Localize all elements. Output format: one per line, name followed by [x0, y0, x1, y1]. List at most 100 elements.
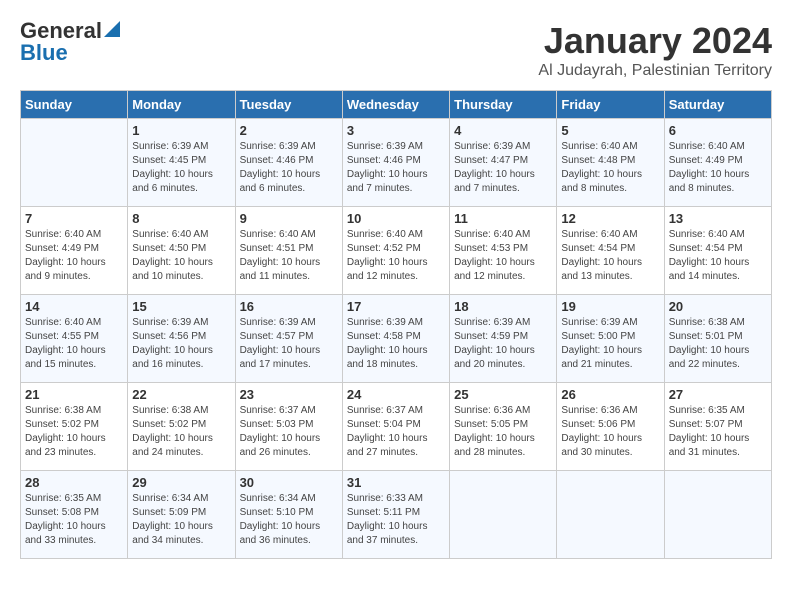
day-info: Sunrise: 6:40 AM Sunset: 4:49 PM Dayligh…: [669, 140, 767, 196]
day-info: Sunrise: 6:39 AM Sunset: 4:46 PM Dayligh…: [240, 140, 338, 196]
day-info: Sunrise: 6:40 AM Sunset: 4:53 PM Dayligh…: [454, 228, 552, 284]
calendar-cell: 14 Sunrise: 6:40 AM Sunset: 4:55 PM Dayli…: [21, 295, 128, 383]
day-info: Sunrise: 6:38 AM Sunset: 5:01 PM Dayligh…: [669, 316, 767, 372]
day-info: Sunrise: 6:36 AM Sunset: 5:05 PM Dayligh…: [454, 404, 552, 460]
calendar-cell: [450, 471, 557, 559]
day-number: 26: [561, 387, 659, 402]
day-number: 1: [132, 123, 230, 138]
day-info: Sunrise: 6:34 AM Sunset: 5:10 PM Dayligh…: [240, 492, 338, 548]
calendar-cell: 26 Sunrise: 6:36 AM Sunset: 5:06 PM Dayli…: [557, 383, 664, 471]
logo-blue-text: Blue: [20, 42, 68, 64]
header-cell-friday: Friday: [557, 91, 664, 119]
day-info: Sunrise: 6:38 AM Sunset: 5:02 PM Dayligh…: [25, 404, 123, 460]
logo-icon: [104, 21, 120, 37]
calendar-cell: 24 Sunrise: 6:37 AM Sunset: 5:04 PM Dayli…: [342, 383, 449, 471]
title-area: January 2024 Al Judayrah, Palestinian Te…: [538, 20, 772, 80]
calendar-cell: 21 Sunrise: 6:38 AM Sunset: 5:02 PM Dayli…: [21, 383, 128, 471]
week-row-1: 1 Sunrise: 6:39 AM Sunset: 4:45 PM Daylig…: [21, 119, 772, 207]
header-cell-tuesday: Tuesday: [235, 91, 342, 119]
day-info: Sunrise: 6:39 AM Sunset: 4:59 PM Dayligh…: [454, 316, 552, 372]
day-number: 28: [25, 475, 123, 490]
location-title: Al Judayrah, Palestinian Territory: [538, 62, 772, 80]
calendar-cell: 5Sunrise: 6:40 AM Sunset: 4:48 PM Daylig…: [557, 119, 664, 207]
day-number: 2: [240, 123, 338, 138]
day-info: Sunrise: 6:39 AM Sunset: 4:47 PM Dayligh…: [454, 140, 552, 196]
day-number: 29: [132, 475, 230, 490]
calendar-cell: 11 Sunrise: 6:40 AM Sunset: 4:53 PM Dayli…: [450, 207, 557, 295]
day-number: 3: [347, 123, 445, 138]
calendar-cell: 8 Sunrise: 6:40 AM Sunset: 4:50 PM Daylig…: [128, 207, 235, 295]
day-info: Sunrise: 6:39 AM Sunset: 4:57 PM Dayligh…: [240, 316, 338, 372]
calendar-cell: [557, 471, 664, 559]
calendar-cell: 7 Sunrise: 6:40 AM Sunset: 4:49 PM Daylig…: [21, 207, 128, 295]
day-number: 19: [561, 299, 659, 314]
header-cell-wednesday: Wednesday: [342, 91, 449, 119]
day-number: 31: [347, 475, 445, 490]
header-cell-thursday: Thursday: [450, 91, 557, 119]
day-number: 6: [669, 123, 767, 138]
day-info: Sunrise: 6:37 AM Sunset: 5:04 PM Dayligh…: [347, 404, 445, 460]
day-number: 18: [454, 299, 552, 314]
day-number: 23: [240, 387, 338, 402]
calendar-cell: 30 Sunrise: 6:34 AM Sunset: 5:10 PM Dayli…: [235, 471, 342, 559]
day-info: Sunrise: 6:39 AM Sunset: 4:58 PM Dayligh…: [347, 316, 445, 372]
day-number: 10: [347, 211, 445, 226]
day-number: 22: [132, 387, 230, 402]
week-row-5: 28 Sunrise: 6:35 AM Sunset: 5:08 PM Dayli…: [21, 471, 772, 559]
logo: General Blue: [20, 20, 120, 64]
day-info: Sunrise: 6:39 AM Sunset: 4:45 PM Dayligh…: [132, 140, 230, 196]
day-number: 15: [132, 299, 230, 314]
month-title: January 2024: [538, 20, 772, 62]
day-info: Sunrise: 6:33 AM Sunset: 5:11 PM Dayligh…: [347, 492, 445, 548]
calendar-cell: [664, 471, 771, 559]
day-number: 8: [132, 211, 230, 226]
day-info: Sunrise: 6:38 AM Sunset: 5:02 PM Dayligh…: [132, 404, 230, 460]
day-info: Sunrise: 6:37 AM Sunset: 5:03 PM Dayligh…: [240, 404, 338, 460]
calendar-cell: 9Sunrise: 6:40 AM Sunset: 4:51 PM Daylig…: [235, 207, 342, 295]
day-info: Sunrise: 6:34 AM Sunset: 5:09 PM Dayligh…: [132, 492, 230, 548]
week-row-4: 21 Sunrise: 6:38 AM Sunset: 5:02 PM Dayli…: [21, 383, 772, 471]
calendar-cell: 10 Sunrise: 6:40 AM Sunset: 4:52 PM Dayli…: [342, 207, 449, 295]
day-info: Sunrise: 6:35 AM Sunset: 5:08 PM Dayligh…: [25, 492, 123, 548]
calendar-cell: 6 Sunrise: 6:40 AM Sunset: 4:49 PM Daylig…: [664, 119, 771, 207]
day-number: 27: [669, 387, 767, 402]
day-number: 11: [454, 211, 552, 226]
calendar-cell: 3 Sunrise: 6:39 AM Sunset: 4:46 PM Daylig…: [342, 119, 449, 207]
calendar-cell: 22 Sunrise: 6:38 AM Sunset: 5:02 PM Dayli…: [128, 383, 235, 471]
header-cell-sunday: Sunday: [21, 91, 128, 119]
calendar-cell: 18 Sunrise: 6:39 AM Sunset: 4:59 PM Dayli…: [450, 295, 557, 383]
calendar-cell: 27 Sunrise: 6:35 AM Sunset: 5:07 PM Dayli…: [664, 383, 771, 471]
day-number: 17: [347, 299, 445, 314]
day-number: 14: [25, 299, 123, 314]
day-info: Sunrise: 6:35 AM Sunset: 5:07 PM Dayligh…: [669, 404, 767, 460]
calendar-cell: 31 Sunrise: 6:33 AM Sunset: 5:11 PM Dayli…: [342, 471, 449, 559]
day-info: Sunrise: 6:40 AM Sunset: 4:50 PM Dayligh…: [132, 228, 230, 284]
calendar-cell: 1 Sunrise: 6:39 AM Sunset: 4:45 PM Daylig…: [128, 119, 235, 207]
calendar-cell: 20 Sunrise: 6:38 AM Sunset: 5:01 PM Dayli…: [664, 295, 771, 383]
week-row-3: 14 Sunrise: 6:40 AM Sunset: 4:55 PM Dayli…: [21, 295, 772, 383]
day-number: 30: [240, 475, 338, 490]
calendar-cell: 23 Sunrise: 6:37 AM Sunset: 5:03 PM Dayli…: [235, 383, 342, 471]
calendar-table: SundayMondayTuesdayWednesdayThursdayFrid…: [20, 90, 772, 559]
day-info: Sunrise: 6:39 AM Sunset: 4:46 PM Dayligh…: [347, 140, 445, 196]
day-info: Sunrise: 6:36 AM Sunset: 5:06 PM Dayligh…: [561, 404, 659, 460]
day-number: 9: [240, 211, 338, 226]
calendar-cell: 16Sunrise: 6:39 AM Sunset: 4:57 PM Dayli…: [235, 295, 342, 383]
day-info: Sunrise: 6:40 AM Sunset: 4:55 PM Dayligh…: [25, 316, 123, 372]
calendar-cell: 2 Sunrise: 6:39 AM Sunset: 4:46 PM Daylig…: [235, 119, 342, 207]
day-number: 21: [25, 387, 123, 402]
day-number: 13: [669, 211, 767, 226]
day-number: 20: [669, 299, 767, 314]
day-info: Sunrise: 6:40 AM Sunset: 4:49 PM Dayligh…: [25, 228, 123, 284]
calendar-cell: 4 Sunrise: 6:39 AM Sunset: 4:47 PM Daylig…: [450, 119, 557, 207]
week-row-2: 7 Sunrise: 6:40 AM Sunset: 4:49 PM Daylig…: [21, 207, 772, 295]
day-info: Sunrise: 6:40 AM Sunset: 4:48 PM Dayligh…: [561, 140, 659, 196]
calendar-cell: 13Sunrise: 6:40 AM Sunset: 4:54 PM Dayli…: [664, 207, 771, 295]
calendar-cell: 29 Sunrise: 6:34 AM Sunset: 5:09 PM Dayli…: [128, 471, 235, 559]
day-number: 7: [25, 211, 123, 226]
day-info: Sunrise: 6:40 AM Sunset: 4:52 PM Dayligh…: [347, 228, 445, 284]
calendar-cell: [21, 119, 128, 207]
calendar-cell: 19Sunrise: 6:39 AM Sunset: 5:00 PM Dayli…: [557, 295, 664, 383]
day-number: 4: [454, 123, 552, 138]
day-number: 24: [347, 387, 445, 402]
